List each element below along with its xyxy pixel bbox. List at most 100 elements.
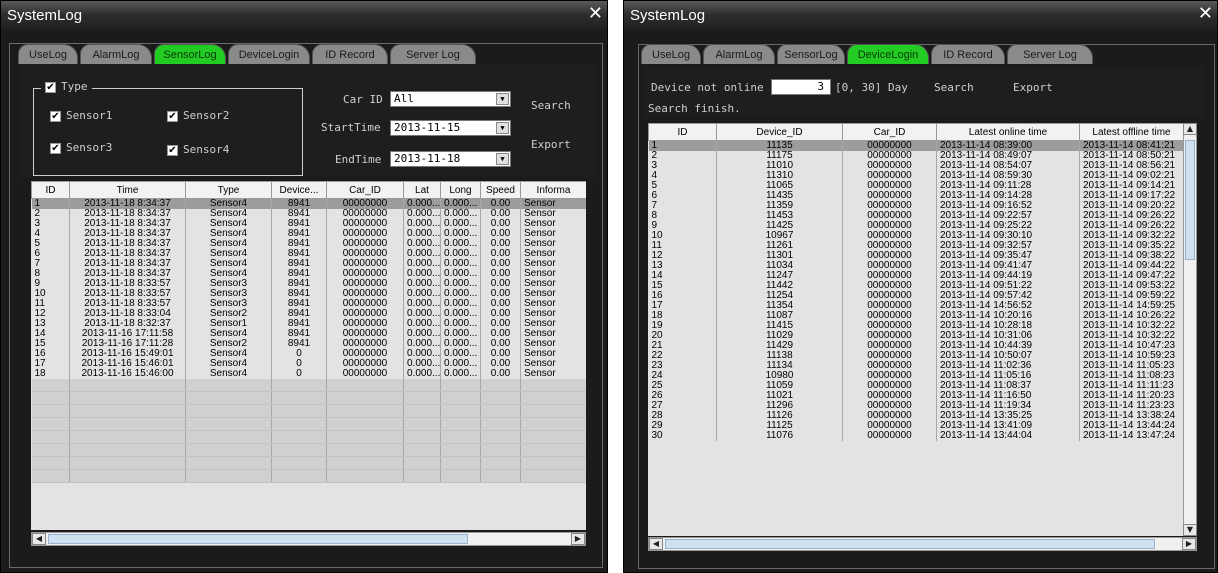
table-row[interactable]: 18 2013-11-16 15:46:00 Sensor4 0 00000000 0.0… bbox=[31, 369, 586, 379]
right-tab-alarmlog[interactable]: AlarmLog bbox=[703, 44, 775, 64]
column-header[interactable]: Latest offline time bbox=[1079, 123, 1183, 141]
table-row[interactable]: 2 2013-11-18 8:34:37 Sensor4 8941 00000000 0.… bbox=[31, 209, 586, 219]
sensor2-checkbox[interactable]: ✔ Sensor2 bbox=[167, 109, 229, 122]
table-row[interactable]: 5 11065 00000000 2013-11-14 09:11:28 2013-11… bbox=[648, 181, 1183, 191]
scroll-thumb[interactable] bbox=[48, 534, 468, 544]
table-row[interactable]: 16 2013-11-16 15:49:01 Sensor4 0 00000000 0.0… bbox=[31, 349, 586, 359]
table-row[interactable]: 11 2013-11-18 8:33:57 Sensor3 8941 00000000 0… bbox=[31, 299, 586, 309]
column-header[interactable]: Speed bbox=[480, 181, 521, 199]
left-tab-idrecord[interactable]: ID Record bbox=[312, 44, 388, 64]
right-close-icon[interactable]: ✕ bbox=[1198, 3, 1213, 25]
table-row[interactable]: 6 11435 00000000 2013-11-14 09:14:28 2013-11… bbox=[648, 191, 1183, 201]
right-tab-serverlog[interactable]: Server Log bbox=[1007, 44, 1093, 64]
table-row[interactable]: 3 2013-11-18 8:34:37 Sensor4 8941 00000000 0.… bbox=[31, 219, 586, 229]
scroll-thumb[interactable] bbox=[1185, 140, 1195, 260]
right-tab-devicelogin[interactable]: DeviceLogin bbox=[847, 44, 929, 64]
sensor-log-table[interactable]: ID Time Type Device... Car_ID Lat Long Speed Inf… bbox=[31, 181, 586, 530]
table-row[interactable]: 9 11425 00000000 2013-11-14 09:25:22 2013-11… bbox=[648, 221, 1183, 231]
table-row[interactable]: 29 11125 00000000 2013-11-14 13:41:09 2013-1… bbox=[648, 421, 1183, 431]
scroll-thumb[interactable] bbox=[665, 539, 1155, 549]
device-login-table[interactable]: ID Device_ID Car_ID Latest online time Lates… bbox=[648, 123, 1183, 536]
table-row[interactable]: 7 2013-11-18 8:34:37 Sensor4 8941 00000000 0.… bbox=[31, 259, 586, 269]
search-button[interactable]: Search bbox=[531, 99, 571, 112]
table-row[interactable]: 18 11087 00000000 2013-11-14 10:20:16 2013-1… bbox=[648, 311, 1183, 321]
sensor1-checkbox[interactable]: ✔ Sensor1 bbox=[50, 109, 112, 122]
table-row[interactable]: 24 10980 00000000 2013-11-14 11:05:16 2013-1… bbox=[648, 371, 1183, 381]
export-button[interactable]: Export bbox=[531, 138, 571, 151]
start-time-picker[interactable]: 2013-11-15 ▼ bbox=[390, 120, 511, 136]
table-row[interactable]: 27 11296 00000000 2013-11-14 11:19:34 2013-1… bbox=[648, 401, 1183, 411]
left-tab-uselog[interactable]: UseLog bbox=[18, 44, 78, 64]
column-header[interactable]: Device_ID bbox=[716, 123, 843, 141]
right-tab-uselog[interactable]: UseLog bbox=[641, 44, 701, 64]
scroll-right-icon[interactable]: ▶ bbox=[1182, 538, 1196, 550]
table-row[interactable]: 15 2013-11-16 17:11:28 Sensor2 8941 00000000… bbox=[31, 339, 586, 349]
table-row[interactable]: 22 11138 00000000 2013-11-14 10:50:07 2013-1… bbox=[648, 351, 1183, 361]
scroll-down-icon[interactable]: ▼ bbox=[1183, 524, 1197, 536]
column-header[interactable]: ID bbox=[648, 123, 717, 141]
column-header[interactable]: Type bbox=[185, 181, 272, 199]
right-window-titlebar[interactable]: SystemLog bbox=[624, 1, 1217, 31]
right-tab-idrecord[interactable]: ID Record bbox=[931, 44, 1005, 64]
table-row[interactable]: 8 11453 00000000 2013-11-14 09:22:57 2013-11… bbox=[648, 211, 1183, 221]
table-row[interactable]: 7 11359 00000000 2013-11-14 09:16:52 2013-11… bbox=[648, 201, 1183, 211]
scroll-left-icon[interactable]: ◀ bbox=[649, 538, 663, 550]
table-row[interactable]: 13 2013-11-18 8:32:37 Sensor1 8941 00000000 0… bbox=[31, 319, 586, 329]
right-export-button[interactable]: Export bbox=[1013, 81, 1053, 94]
left-tab-sensorlog[interactable]: SensorLog bbox=[154, 44, 226, 64]
table-row[interactable]: 3 11010 00000000 2013-11-14 08:54:07 2013-11… bbox=[648, 161, 1183, 171]
table-row[interactable]: 13 11034 00000000 2013-11-14 09:41:47 2013-1… bbox=[648, 261, 1183, 271]
days-input[interactable]: 3 bbox=[771, 79, 831, 95]
chevron-down-icon[interactable]: ▼ bbox=[496, 122, 509, 134]
chevron-down-icon[interactable]: ▼ bbox=[496, 93, 509, 105]
table-row[interactable]: 17 11354 00000000 2013-11-14 14:56:52 2013-1… bbox=[648, 301, 1183, 311]
table-row[interactable]: 1 2013-11-18 8:34:37 Sensor4 8941 00000000 0.… bbox=[31, 198, 586, 209]
column-header[interactable]: Device... bbox=[271, 181, 327, 199]
scroll-left-icon[interactable]: ◀ bbox=[32, 533, 46, 545]
table-row[interactable]: 1 11135 00000000 2013-11-14 08:39:00 2013-11… bbox=[648, 140, 1183, 151]
table-row[interactable]: 17 2013-11-16 15:46:01 Sensor4 0 00000000 0.0… bbox=[31, 359, 586, 369]
table-row[interactable]: 28 11126 00000000 2013-11-14 13:35:25 2013-1… bbox=[648, 411, 1183, 421]
column-header[interactable]: Informa bbox=[520, 181, 586, 199]
left-horizontal-scrollbar[interactable]: ◀ ▶ bbox=[31, 532, 586, 546]
table-row[interactable]: 5 2013-11-18 8:34:37 Sensor4 8941 00000000 0.… bbox=[31, 239, 586, 249]
table-row[interactable]: 12 2013-11-18 8:33:04 Sensor2 8941 00000000 0… bbox=[31, 309, 586, 319]
sensor4-checkbox[interactable]: ✔ Sensor4 bbox=[167, 143, 229, 156]
table-row[interactable]: 8 2013-11-18 8:34:37 Sensor4 8941 00000000 0.… bbox=[31, 269, 586, 279]
left-tab-serverlog[interactable]: Server Log bbox=[390, 44, 476, 64]
table-row[interactable]: 9 2013-11-18 8:33:57 Sensor3 8941 00000000 0.… bbox=[31, 279, 586, 289]
column-header[interactable]: Latest online time bbox=[936, 123, 1080, 141]
chevron-down-icon[interactable]: ▼ bbox=[496, 153, 509, 165]
table-row[interactable]: 14 11247 00000000 2013-11-14 09:44:19 2013-1… bbox=[648, 271, 1183, 281]
table-row[interactable]: 10 2013-11-18 8:33:57 Sensor3 8941 00000000 0… bbox=[31, 289, 586, 299]
car-id-combo[interactable]: All ▼ bbox=[390, 91, 511, 107]
column-header[interactable]: Car_ID bbox=[326, 181, 404, 199]
table-row[interactable]: 20 11029 00000000 2013-11-14 10:31:06 2013-1… bbox=[648, 331, 1183, 341]
type-group-header[interactable]: ✔ Type bbox=[41, 80, 92, 93]
end-time-picker[interactable]: 2013-11-18 ▼ bbox=[390, 151, 511, 167]
table-row[interactable]: 25 11059 00000000 2013-11-14 11:08:37 2013-1… bbox=[648, 381, 1183, 391]
table-row[interactable]: 26 11021 00000000 2013-11-14 11:16:50 2013-1… bbox=[648, 391, 1183, 401]
table-row[interactable]: 4 11310 00000000 2013-11-14 08:59:30 2013-11… bbox=[648, 171, 1183, 181]
table-row[interactable]: 6 2013-11-18 8:34:37 Sensor4 8941 00000000 0.… bbox=[31, 249, 586, 259]
left-tab-alarmlog[interactable]: AlarmLog bbox=[80, 44, 152, 64]
table-row[interactable]: 11 11261 00000000 2013-11-14 09:32:57 2013-1… bbox=[648, 241, 1183, 251]
table-row[interactable]: 2 11175 00000000 2013-11-14 08:49:07 2013-11… bbox=[648, 151, 1183, 161]
table-row[interactable]: 23 11134 00000000 2013-11-14 11:02:36 2013-1… bbox=[648, 361, 1183, 371]
left-tab-devicelogin[interactable]: DeviceLogin bbox=[228, 44, 310, 64]
left-close-icon[interactable]: ✕ bbox=[588, 3, 603, 25]
table-row[interactable]: 4 2013-11-18 8:34:37 Sensor4 8941 00000000 0.… bbox=[31, 229, 586, 239]
right-tab-sensorlog[interactable]: SensorLog bbox=[777, 44, 845, 64]
table-row[interactable]: 15 11442 00000000 2013-11-14 09:51:22 2013-1… bbox=[648, 281, 1183, 291]
table-row[interactable]: 12 11301 00000000 2013-11-14 09:35:47 2013-1… bbox=[648, 251, 1183, 261]
table-row[interactable]: 19 11415 00000000 2013-11-14 10:28:18 2013-1… bbox=[648, 321, 1183, 331]
table-row[interactable]: 14 2013-11-16 17:11:58 Sensor4 8941 00000000… bbox=[31, 329, 586, 339]
table-row[interactable]: 16 11254 00000000 2013-11-14 09:57:42 2013-1… bbox=[648, 291, 1183, 301]
table-row[interactable]: 10 10967 00000000 2013-11-14 09:30:10 2013-1… bbox=[648, 231, 1183, 241]
column-header[interactable]: Long bbox=[440, 181, 481, 199]
type-checkbox-icon[interactable]: ✔ bbox=[45, 81, 56, 93]
column-header[interactable]: Lat bbox=[403, 181, 441, 199]
sensor3-checkbox[interactable]: ✔ Sensor3 bbox=[50, 141, 112, 154]
table-row[interactable]: 30 11076 00000000 2013-11-14 13:44:04 2013-1… bbox=[648, 431, 1183, 441]
right-search-button[interactable]: Search bbox=[934, 81, 974, 94]
